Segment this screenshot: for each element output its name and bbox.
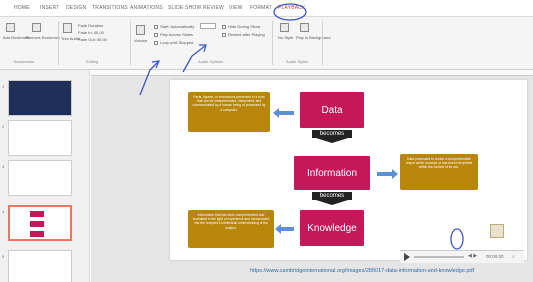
play-in-background-icon[interactable] — [300, 23, 309, 32]
rewind-after-playing-label: Rewind after Playing — [228, 32, 265, 37]
remove-bookmark-button[interactable]: Remove Bookmark — [26, 35, 60, 40]
hide-during-show-checkbox[interactable] — [222, 25, 226, 29]
editing-group-label: Editing — [86, 59, 99, 64]
slide-number: 2 — [2, 124, 5, 129]
slide-thumbnail-panel[interactable]: 1 2 3 4 5 — [0, 70, 90, 282]
loop-until-stopped-checkbox[interactable] — [154, 41, 158, 45]
rewind-after-playing-checkbox[interactable] — [222, 33, 226, 37]
tab-review[interactable]: REVIEW — [203, 5, 224, 11]
seek-bar[interactable] — [414, 256, 464, 258]
group-divider — [322, 21, 323, 65]
horizontal-ruler — [91, 70, 533, 76]
left-arrow-icon — [273, 108, 294, 118]
knowledge-description-box[interactable]: Information that has been comprehended a… — [188, 210, 274, 248]
slide-number: 3 — [2, 164, 5, 169]
add-bookmark-icon[interactable] — [6, 23, 15, 32]
slide-number: 5 — [2, 254, 5, 259]
tab-format[interactable]: FORMAT — [250, 5, 272, 11]
play-across-slides-checkbox[interactable] — [154, 33, 158, 37]
current-slide[interactable]: Facts, figures, or instructions presente… — [170, 80, 527, 260]
slide-number: 4 — [2, 209, 5, 214]
start-label: Start: Automatically — [160, 24, 195, 29]
audio-playback-bar[interactable]: ◀ ▶ 00:00.00 ♪ — [400, 250, 524, 263]
play-in-background-button[interactable]: Play in Background — [296, 35, 330, 40]
thumbnail-shape — [30, 221, 44, 227]
start-checkbox-icon — [154, 25, 158, 29]
bookmarks-group-label: Bookmarks — [14, 59, 35, 64]
ribbon-playback: Add Bookmark Remove Bookmark Bookmarks T… — [0, 17, 533, 70]
volume-icon[interactable]: ♪ — [512, 254, 515, 260]
information-description-box[interactable]: Data processed to create a comprehensibl… — [400, 154, 478, 190]
trim-audio-icon[interactable] — [63, 23, 72, 33]
tab-transitions[interactable]: TRANSITIONS — [92, 5, 128, 11]
down-arrow-icon — [316, 200, 348, 205]
slide-thumbnail-selected[interactable] — [8, 205, 72, 241]
tab-home[interactable]: HOME — [14, 5, 30, 11]
volume-button[interactable]: Volume — [134, 38, 147, 43]
information-box[interactable]: Information — [294, 156, 370, 190]
source-url[interactable]: https://www.cambridgeinternational.org/I… — [250, 268, 474, 274]
left-arrow-icon — [275, 224, 294, 234]
knowledge-box[interactable]: Knowledge — [300, 210, 364, 246]
tab-view[interactable]: VIEW — [229, 5, 243, 11]
data-description-box[interactable]: Facts, figures, or instructions presente… — [188, 92, 270, 132]
tab-slide-show[interactable]: SLIDE SHOW — [168, 5, 201, 11]
fade-in-field[interactable]: Fade In: 00.00 — [78, 30, 104, 35]
fade-out-field[interactable]: Fade Out: 00.00 — [78, 37, 107, 42]
volume-icon[interactable] — [136, 25, 145, 35]
slide-thumbnail[interactable] — [8, 120, 72, 156]
audio-styles-group-label: Audio Styles — [286, 59, 309, 64]
slide-thumbnail[interactable] — [8, 160, 72, 196]
slide-thumbnail[interactable] — [8, 250, 72, 282]
tab-animations[interactable]: ANIMATIONS — [130, 5, 163, 11]
thumbnail-shape — [30, 231, 44, 237]
slide-number: 1 — [2, 84, 5, 89]
hide-during-show-label: Hide During Show — [228, 24, 261, 29]
tab-insert[interactable]: INSERT — [40, 5, 59, 11]
start-dropdown[interactable] — [200, 23, 216, 29]
tab-design[interactable]: DESIGN — [66, 5, 86, 11]
down-arrow-icon — [316, 138, 348, 143]
group-divider — [58, 21, 59, 65]
no-style-icon[interactable] — [280, 23, 289, 32]
thumbnail-shape — [30, 211, 44, 217]
fade-duration-label: Fade Duration — [78, 23, 104, 28]
right-arrow-icon — [377, 169, 398, 179]
loop-until-stopped-label: Loop until Stopped — [160, 40, 194, 45]
becomes-label: becomes — [312, 192, 352, 200]
becomes-label: becomes — [312, 130, 352, 138]
play-across-slides-label: Play Across Slides — [160, 32, 193, 37]
speaker-icon[interactable] — [490, 224, 504, 238]
audio-options-group-label: Audio Options — [198, 59, 224, 64]
data-box[interactable]: Data — [300, 92, 364, 128]
skip-buttons-icon[interactable]: ◀ ▶ — [468, 253, 477, 259]
no-style-button[interactable]: No Style — [278, 35, 293, 40]
group-divider — [130, 21, 131, 65]
ribbon-tab-bar: HOME INSERT DESIGN TRANSITIONS ANIMATION… — [0, 0, 533, 17]
tab-playback[interactable]: PLAYBACK — [278, 5, 306, 11]
playback-time: 00:00.00 — [486, 254, 504, 259]
group-divider — [272, 21, 273, 65]
play-icon[interactable] — [404, 253, 410, 261]
remove-bookmark-icon[interactable] — [32, 23, 41, 32]
slide-thumbnail[interactable] — [8, 80, 72, 116]
